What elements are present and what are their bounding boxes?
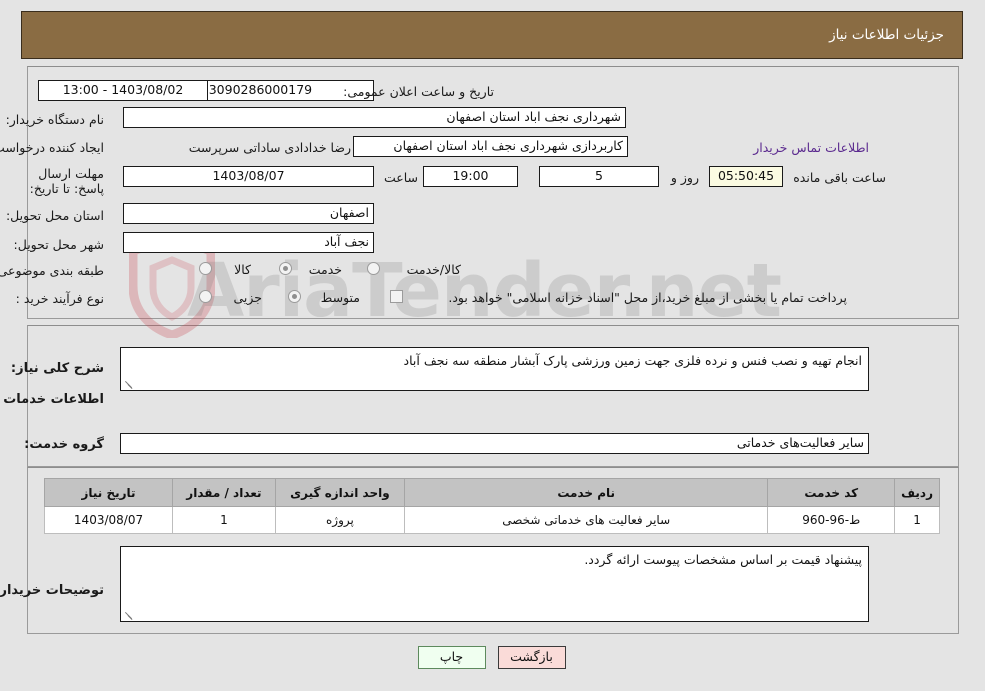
services-table: ردیف کد خدمت نام خدمت واحد اندازه گیری ت… [44, 478, 941, 534]
province-label: استان محل تحویل: [6, 208, 105, 223]
print-button[interactable]: چاپ [418, 646, 487, 669]
service-group-label: گروه خدمت: [25, 437, 105, 452]
radio-category-khedmat-label: خدمت [309, 262, 343, 277]
province-value: اصفهان [124, 203, 375, 224]
cell-name: سایر فعالیت های خدماتی شخصی [405, 506, 770, 534]
need-info-panel [28, 66, 960, 319]
th-qty: تعداد / مقدار [173, 478, 277, 507]
service-group-value: سایر فعالیت‌های خدماتی [121, 433, 870, 454]
buyer-notes-textarea[interactable]: پیشنهاد قیمت بر اساس مشخصات پیوست ارائه … [121, 546, 870, 622]
deadline-date-value: 1403/08/07 [124, 166, 375, 187]
th-radif: ردیف [895, 478, 941, 507]
th-date: تاریخ نیاز [44, 478, 175, 507]
city-label: شهر محل تحویل: [14, 237, 105, 252]
public-announce-label: تاریخ و ساعت اعلان عمومی: [344, 84, 495, 99]
buyer-contact-link[interactable]: اطلاعات تماس خریدار [754, 140, 870, 155]
requester-label: ایجاد کننده درخواست: [0, 140, 105, 155]
radio-process-motavasset[interactable] [289, 290, 302, 303]
need-description-label: شرح کلی نیاز: [11, 361, 105, 376]
th-code: کد خدمت [768, 478, 897, 507]
need-description-textarea[interactable]: انجام تهیه و نصب فنس و نرده فلزی جهت زمی… [121, 347, 870, 391]
buyer-org-value: شهرداری نجف اباد استان اصفهان [124, 107, 627, 128]
buyer-org-label: نام دستگاه خریدار: [6, 112, 105, 127]
th-unit: واحد اندازه گیری [275, 478, 407, 507]
radio-process-jozei[interactable] [200, 290, 213, 303]
resize-grip-icon [124, 377, 136, 389]
hour-label: ساعت [384, 170, 419, 185]
resize-grip-icon [124, 608, 136, 620]
table-header-row: ردیف کد خدمت نام خدمت واحد اندازه گیری ت… [44, 478, 941, 507]
category-label: طبقه بندی موضوعی: [0, 263, 105, 278]
public-announce-value: 1403/08/02 - 13:00 [39, 80, 209, 101]
radio-category-kala[interactable] [200, 262, 213, 275]
page-title: جزئیات اطلاعات نیاز [830, 27, 945, 43]
cell-qty: 1 [173, 506, 277, 534]
services-section-heading: اطلاعات خدمات مورد نیاز [0, 392, 105, 407]
radio-process-jozei-label: جزیی [234, 290, 263, 305]
radio-category-kala-label: کالا [235, 262, 252, 277]
remaining-days-value: 5 [540, 166, 660, 187]
requester-person-name: رضا خدادادی ساداتی سرپرست [189, 140, 352, 155]
deadline-hour-value: 19:00 [424, 166, 519, 187]
islamic-treasury-label: پرداخت تمام یا بخشی از مبلغ خرید،از محل … [449, 290, 848, 305]
requester-org-value: کاربردازی شهرداری نجف اباد استان اصفهان [354, 136, 629, 157]
process-label: نوع فرآیند خرید : [16, 291, 105, 306]
radio-category-kala-khedmat[interactable] [368, 262, 381, 275]
need-description-value: انجام تهیه و نصب فنس و نرده فلزی جهت زمی… [404, 353, 863, 368]
radio-category-khedmat[interactable] [280, 262, 293, 275]
countdown-timer-value: 05:50:45 [710, 166, 784, 187]
radio-category-kala-khedmat-label: کالا/خدمت [407, 262, 462, 277]
cell-code: ط-96-960 [768, 506, 897, 534]
page-root: AriaTender.net جزئیات اطلاعات نیاز شماره… [0, 0, 985, 691]
th-name: نام خدمت [405, 478, 770, 507]
cell-radif: 1 [895, 506, 941, 534]
table-row: 1 ط-96-960 سایر فعالیت های خدماتی شخصی پ… [44, 506, 941, 534]
cell-unit: پروژه [275, 506, 407, 534]
page-title-bar: جزئیات اطلاعات نیاز [22, 11, 964, 59]
buyer-notes-value: پیشنهاد قیمت بر اساس مشخصات پیوست ارائه … [585, 552, 863, 567]
checkbox-islamic-treasury[interactable] [391, 290, 404, 303]
buyer-notes-label: توضیحات خریدار: [0, 583, 105, 598]
footer-button-row: بازگشت چاپ [0, 646, 985, 669]
back-button[interactable]: بازگشت [498, 646, 567, 669]
remaining-hours-label: ساعت باقی مانده [794, 170, 887, 185]
radio-process-motavasset-label: متوسط [321, 290, 361, 305]
cell-date: 1403/08/07 [44, 506, 175, 534]
deadline-label: مهلت ارسال پاسخ: تا تاریخ: [30, 166, 105, 196]
days-word-label: روز و [671, 170, 700, 185]
city-value: نجف آباد [124, 232, 375, 253]
